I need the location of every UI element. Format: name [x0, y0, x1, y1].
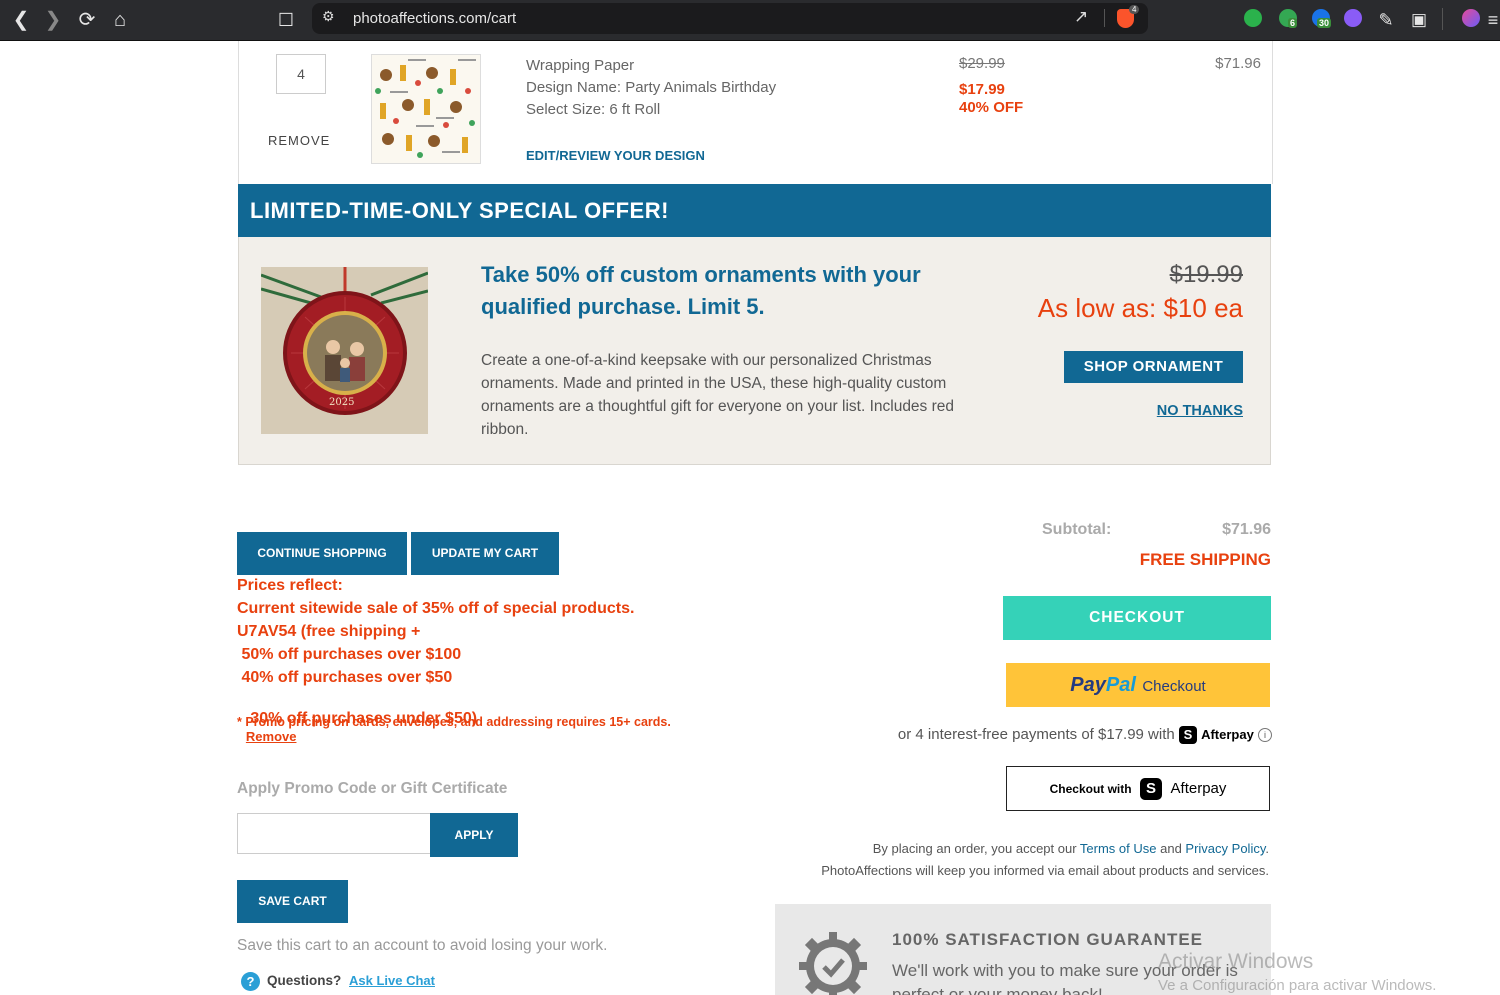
offer-headline: Take 50% off custom ornaments with your …: [481, 262, 921, 319]
ornament-year: 2025: [329, 397, 355, 408]
paypal-logo-pay: Pay: [1070, 674, 1106, 696]
forward-icon[interactable]: ❯: [40, 7, 66, 33]
back-icon[interactable]: ❮: [8, 7, 34, 33]
continue-shopping-button[interactable]: CONTINUE SHOPPING: [237, 532, 407, 575]
afterpay-icon: S: [1140, 777, 1163, 800]
promo-code-label: Apply Promo Code or Gift Certificate: [237, 780, 508, 797]
subtotal-label: Subtotal:: [1042, 521, 1112, 538]
afterpay-brand: Afterpay: [1201, 727, 1254, 742]
discount-badge: 40% OFF: [959, 99, 1024, 116]
promo-line: 50% off purchases over $100: [237, 646, 462, 663]
shop-ornament-button[interactable]: SHOP ORNAMENT: [1064, 351, 1243, 383]
promo-line: U7AV54 (free shipping +: [237, 623, 421, 640]
offer-banner: LIMITED-TIME-ONLY SPECIAL OFFER!: [238, 184, 1271, 237]
info-icon[interactable]: i: [1258, 728, 1272, 743]
product-size: Select Size: 6 ft Roll: [526, 101, 661, 118]
brave-badge: 4: [1129, 5, 1140, 14]
legal-period: .: [1265, 841, 1269, 856]
share-icon[interactable]: ↗: [1074, 7, 1088, 27]
paypal-logo-pal: Pal: [1105, 674, 1136, 696]
promo-footnote: * Promo pricing on cards, envelopes, and…: [237, 715, 671, 729]
live-chat-link[interactable]: Ask Live Chat: [349, 973, 435, 988]
edit-design-link[interactable]: EDIT/REVIEW YOUR DESIGN: [526, 148, 705, 163]
extension-badge: 30: [1317, 18, 1332, 28]
afterpay-checkout-label: Checkout with: [1049, 782, 1132, 796]
extensions-icon[interactable]: ✎: [1373, 7, 1399, 33]
product-thumbnail[interactable]: [371, 54, 481, 164]
home-icon[interactable]: ⌂: [107, 7, 133, 33]
privacy-policy-link[interactable]: Privacy Policy: [1185, 841, 1265, 856]
save-cart-note: Save this cart to an account to avoid lo…: [237, 937, 608, 954]
afterpay-checkout-button[interactable]: Checkout with S Afterpay: [1006, 766, 1270, 811]
url-text[interactable]: photoaffections.com/cart: [353, 10, 516, 27]
checkout-button[interactable]: CHECKOUT: [1003, 596, 1271, 640]
questions-label: Questions?: [267, 973, 342, 988]
legal-line-1: By placing an order, you accept our Term…: [790, 841, 1269, 856]
product-name: Wrapping Paper: [526, 57, 635, 74]
promo-line: 40% off purchases over $50: [237, 669, 453, 686]
extension-badge: 6: [1288, 18, 1298, 28]
legal-prefix: By placing an order, you accept our: [872, 841, 1080, 856]
line-total: $71.96: [1215, 55, 1261, 72]
address-bar[interactable]: ⚙ photoaffections.com/cart ↗ 4: [312, 3, 1148, 34]
legal-line-2: PhotoAffections will keep you informed v…: [821, 863, 1269, 878]
extension-icon-green[interactable]: [1244, 9, 1262, 27]
promo-heading: Prices reflect:: [237, 577, 343, 594]
site-settings-icon[interactable]: ⚙: [322, 8, 335, 25]
afterpay-installments: or 4 interest-free payments of $17.99 wi…: [820, 726, 1272, 745]
guarantee-title: 100% SATISFACTION GUARANTEE: [892, 930, 1204, 949]
no-thanks-link[interactable]: NO THANKS: [1143, 403, 1243, 419]
windows-watermark-subtitle: Ve a Configuración para activar Windows.: [1158, 977, 1437, 994]
free-shipping-label: FREE SHIPPING: [1139, 550, 1271, 569]
offer-description: Create a one-of-a-kind keepsake with our…: [481, 352, 955, 438]
windows-watermark-title: Activar Windows: [1158, 950, 1314, 973]
divider: [1442, 8, 1443, 30]
sale-price: $17.99: [959, 81, 1005, 98]
update-cart-button[interactable]: UPDATE MY CART: [411, 532, 559, 575]
ornament-low-price: As low as: $10 ea: [1037, 293, 1243, 323]
legal-and: and: [1156, 841, 1186, 856]
reader-icon[interactable]: ▣: [1406, 7, 1432, 33]
profile-avatar[interactable]: [1462, 9, 1480, 27]
promo-code-input[interactable]: [237, 813, 432, 854]
remove-item-link[interactable]: REMOVE: [268, 133, 330, 148]
browser-toolbar: ❮ ❯ ⟳ ⌂ ☐ ⚙ photoaffections.com/cart ↗ 4…: [0, 0, 1500, 41]
save-cart-button[interactable]: SAVE CART: [237, 880, 348, 923]
offer-banner-title: LIMITED-TIME-ONLY SPECIAL OFFER!: [250, 198, 669, 223]
offer-panel: 2025 Take 50% off custom ornaments with …: [238, 237, 1271, 465]
promo-line: Current sitewide sale of 35% off of spec…: [237, 600, 635, 617]
terms-of-use-link[interactable]: Terms of Use: [1080, 841, 1157, 856]
paypal-checkout-button[interactable]: PayPal Checkout: [1006, 663, 1270, 707]
menu-icon[interactable]: ≡: [1486, 7, 1500, 33]
guarantee-badge-icon: [799, 932, 867, 995]
apply-promo-button[interactable]: APPLY: [430, 813, 518, 857]
bookmark-icon[interactable]: ☐: [273, 7, 299, 33]
help-icon: ?: [241, 972, 260, 991]
reload-icon[interactable]: ⟳: [74, 7, 100, 33]
quantity-input[interactable]: 4: [276, 54, 326, 94]
subtotal-value: $71.96: [1222, 521, 1271, 538]
divider: [1104, 9, 1105, 27]
afterpay-note: or 4 interest-free payments of $17.99 wi…: [897, 726, 1175, 743]
product-design-name: Design Name: Party Animals Birthday: [526, 79, 777, 96]
ornament-image[interactable]: 2025: [261, 267, 428, 434]
ornament-original-price: $19.99: [1169, 261, 1243, 288]
extension-icon-purple[interactable]: [1344, 9, 1362, 27]
afterpay-logo-text: Afterpay: [1170, 780, 1227, 797]
paypal-checkout-label: Checkout: [1142, 678, 1206, 695]
afterpay-icon: S: [1178, 726, 1197, 745]
original-price: $29.99: [959, 55, 1005, 72]
promo-remove-link[interactable]: Remove: [246, 729, 297, 744]
